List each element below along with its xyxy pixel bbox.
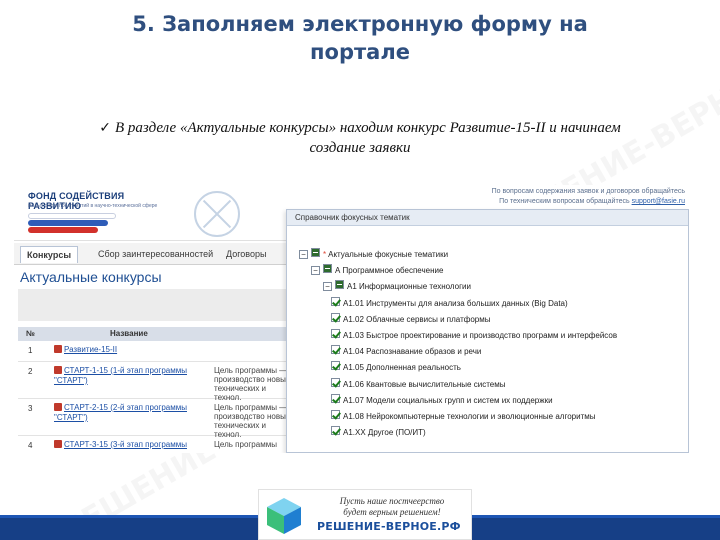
contest-link[interactable]: Развитие-15-II bbox=[54, 345, 204, 355]
topic-label: А1.08 Нейрокомпьютерные технологии и эво… bbox=[343, 412, 596, 421]
section-title: Актуальные конкурсы bbox=[20, 269, 162, 285]
topic-checkbox[interactable] bbox=[311, 248, 320, 257]
filter-panel bbox=[18, 289, 290, 321]
contact-line: По вопросам содержания заявок и договоро… bbox=[491, 188, 685, 195]
row-description: Цель программы bbox=[214, 440, 277, 449]
table-row[interactable]: 3 СТАРТ-2-15 (2-й этап программы "СТАРТ"… bbox=[18, 400, 290, 439]
table-row[interactable]: 1 Развитие-15-II bbox=[18, 342, 290, 362]
tree-node[interactable]: − А Программное обеспечение bbox=[311, 264, 443, 278]
topic-label: А1.03 Быстрое проектирование и производс… bbox=[343, 331, 618, 340]
brand-slogan: Пусть наше постчеерство будет верным реш… bbox=[339, 496, 445, 517]
contact-line: По техническим вопросам обращайтесь bbox=[499, 198, 630, 205]
tab-interest-collection[interactable]: Сбор заинтересованностей bbox=[92, 246, 219, 263]
table-row[interactable]: 2 СТАРТ-1-15 (1-й этап программы "СТАРТ"… bbox=[18, 363, 290, 402]
file-icon bbox=[54, 366, 62, 374]
topic-checkbox[interactable] bbox=[331, 410, 340, 419]
topic-checkbox[interactable] bbox=[331, 345, 340, 355]
topic-label: Актуальные фокусные тематики bbox=[328, 250, 449, 259]
col-name-header: Название bbox=[110, 329, 148, 338]
tree-node[interactable]: А1.07 Модели социальных групп и систем и… bbox=[331, 393, 553, 408]
cube-logo-icon bbox=[267, 498, 301, 534]
tree-node[interactable]: А1.03 Быстрое проектирование и производс… bbox=[331, 329, 617, 343]
logo-subtitle: малых форм предприятий в научно-техничес… bbox=[28, 203, 158, 209]
tree-node[interactable]: А1.06 Квантовые вычислительные системы bbox=[331, 377, 506, 392]
tree-node[interactable]: − А1 Информационные технологии bbox=[323, 280, 471, 294]
topic-checkbox[interactable] bbox=[331, 426, 340, 436]
tree-node[interactable]: А1.04 Распознавание образов и речи bbox=[331, 345, 481, 359]
portal-page: ФОНД СОДЕЙСТВИЯ РАЗВИТИЮ малых форм пред… bbox=[14, 185, 689, 453]
topic-checkbox[interactable] bbox=[331, 393, 340, 403]
portal-screenshot: ФОНД СОДЕЙСТВИЯ РАЗВИТИЮ малых форм пред… bbox=[14, 185, 689, 453]
topic-checkbox[interactable] bbox=[323, 264, 332, 274]
contact-info: По вопросам содержания заявок и договоро… bbox=[475, 187, 685, 207]
contest-link[interactable]: СТАРТ-1-15 (1-й этап программы "СТАРТ") bbox=[54, 366, 204, 386]
brand-badge: Пусть наше постчеерство будет верным реш… bbox=[258, 489, 472, 540]
table-row[interactable]: 4 СТАРТ-3-15 (3-й этап программы Цель пр… bbox=[18, 437, 290, 453]
expand-toggle-icon[interactable]: − bbox=[311, 266, 320, 276]
topic-checkbox[interactable] bbox=[331, 296, 340, 306]
topic-label: А1.05 Дополненная реальность bbox=[343, 363, 461, 373]
tree-node[interactable]: А1.01 Инструменты для анализа больших да… bbox=[331, 296, 568, 311]
row-description: Цель программы — производство новых техн… bbox=[214, 366, 290, 402]
row-num: 2 bbox=[28, 367, 33, 376]
topic-checkbox[interactable] bbox=[331, 361, 340, 371]
support-email-link[interactable]: support@fasie.ru bbox=[632, 198, 685, 205]
row-description: Цель программы — производство новых техн… bbox=[214, 403, 290, 439]
slide-title-line1: 5. Заполняем электронную форму на bbox=[132, 12, 588, 36]
file-icon bbox=[54, 345, 62, 353]
logo-flag-icon bbox=[28, 213, 118, 233]
tree-node[interactable]: А1.05 Дополненная реальность bbox=[331, 361, 461, 375]
tree-node[interactable]: А1.02 Облачные сервисы и платформы bbox=[331, 312, 491, 327]
col-num-header: № bbox=[26, 329, 35, 338]
tab-contracts[interactable]: Договоры bbox=[220, 246, 272, 263]
slide-title-line2: портале bbox=[310, 40, 410, 64]
topic-label: А1.02 Облачные сервисы и платформы bbox=[343, 314, 491, 324]
check-mark-icon: ✓ bbox=[99, 120, 112, 136]
file-icon bbox=[54, 403, 62, 411]
table-header: № Название bbox=[18, 327, 290, 341]
row-num: 4 bbox=[28, 441, 33, 450]
tree-node[interactable]: А1.08 Нейрокомпьютерные технологии и эво… bbox=[331, 410, 596, 424]
topic-checkbox[interactable] bbox=[331, 312, 340, 322]
focus-topics-dialog: Справочник фокусных тематик − * Актуальные… bbox=[286, 209, 689, 453]
slide-title: 5. Заполняем электронную форму на портал… bbox=[40, 10, 680, 66]
topic-checkbox[interactable] bbox=[331, 377, 340, 387]
compass-decor-icon bbox=[194, 191, 240, 237]
topic-label: А1.04 Распознавание образов и речи bbox=[343, 347, 482, 357]
expand-toggle-icon[interactable]: − bbox=[323, 282, 332, 292]
contest-link[interactable]: СТАРТ-3-15 (3-й этап программы bbox=[54, 440, 204, 450]
topic-label: А1.07 Модели социальных групп и систем и… bbox=[343, 395, 553, 405]
slide-subtitle: ✓ В разделе «Актуальные конкурсы» находим… bbox=[30, 118, 690, 158]
expand-toggle-icon[interactable]: − bbox=[299, 250, 308, 259]
contest-link[interactable]: СТАРТ-2-15 (2-й этап программы "СТАРТ") bbox=[54, 403, 204, 423]
dialog-title: Справочник фокусных тематик bbox=[287, 210, 688, 226]
topic-label: А1.06 Квантовые вычислительные системы bbox=[343, 379, 506, 389]
required-star-icon: * bbox=[323, 250, 327, 259]
subtitle-line2: создание заявки bbox=[309, 140, 411, 156]
fund-logo[interactable]: ФОНД СОДЕЙСТВИЯ РАЗВИТИЮ малых форм пред… bbox=[28, 191, 178, 235]
tree-node[interactable]: А1.ХХ Другое (ПО/ИТ) bbox=[331, 426, 426, 440]
subtitle-line1: В разделе «Актуальные конкурсы» находим … bbox=[115, 120, 621, 136]
tree-node[interactable]: − * Актуальные фокусные тематики bbox=[299, 248, 448, 262]
topic-label: А1 Информационные технологии bbox=[347, 282, 471, 292]
tab-contests[interactable]: Конкурсы bbox=[20, 246, 79, 263]
row-num: 3 bbox=[28, 404, 33, 413]
topic-checkbox[interactable] bbox=[331, 329, 340, 338]
topic-label: А Программное обеспечение bbox=[335, 266, 444, 276]
topic-checkbox[interactable] bbox=[335, 280, 344, 290]
row-num: 1 bbox=[28, 346, 33, 355]
brand-name: РЕШЕНИЕ-ВЕРНОЕ.РФ bbox=[317, 520, 461, 533]
file-icon bbox=[54, 440, 62, 448]
topic-label: А1.01 Инструменты для анализа больших да… bbox=[343, 298, 568, 308]
topic-label: А1.ХХ Другое (ПО/ИТ) bbox=[343, 428, 426, 438]
